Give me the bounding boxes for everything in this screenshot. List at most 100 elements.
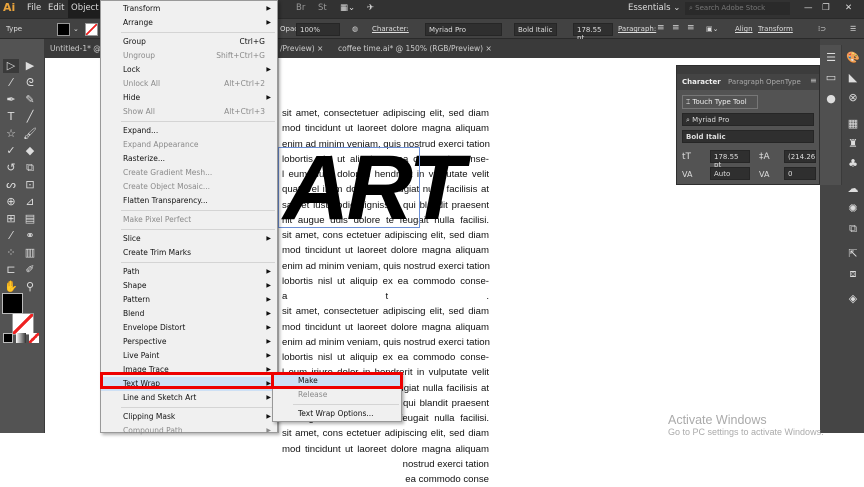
menu-item-compound-path[interactable]: Compound Path ▶ [101,424,277,438]
export-icon[interactable]: ⇱ [843,247,863,263]
panel-font-size-field[interactable]: 178.55 pt [710,150,750,169]
color-panel-icon[interactable]: 🎨 [843,51,863,67]
menu-item-ungroup[interactable]: Ungroup Shift+Ctrl+G [101,49,277,63]
menu-item-hide[interactable]: Hide ▶ [101,91,277,105]
panel-menu-icon[interactable]: ☰ [850,25,856,33]
chevron-down-icon[interactable]: ⌄ [73,25,79,33]
opacity-field[interactable]: 100% [296,23,340,36]
menu-item-clipping-mask[interactable]: Clipping Mask ▶ [101,410,277,424]
panel-header[interactable] [677,66,819,74]
mesh-tool-icon[interactable]: ⊞ [3,212,19,226]
slice-tool-icon[interactable]: ✐ [22,263,38,277]
menu-item-group[interactable]: Group Ctrl+G [101,35,277,49]
graph-tool-icon[interactable]: ▥ [22,246,38,260]
menu-item-text-wrap[interactable]: Text Wrap ▶ [101,377,277,391]
recolor-icon[interactable]: ◍ [352,25,358,33]
brushes-icon[interactable]: ♜ [843,137,863,153]
layers-icon[interactable]: ◈ [843,292,863,308]
eraser-icon[interactable]: ◆ [22,144,38,158]
menu-item-lock[interactable]: Lock ▶ [101,63,277,77]
menu-item-create-trim-marks[interactable]: Create Trim Marks [101,246,277,260]
menu-item-envelope-distort[interactable]: Envelope Distort ▶ [101,321,277,335]
menu-item-create-gradient-mesh[interactable]: Create Gradient Mesh... [101,166,277,180]
tab-paragraph[interactable]: Paragraph [728,78,764,86]
bridge-icon[interactable]: Br [296,3,305,13]
minimize-button[interactable]: — [804,3,813,13]
menu-item-live-paint[interactable]: Live Paint ▶ [101,349,277,363]
tab-coffee-time[interactable]: coffee time.ai* @ 150% (RGB/Preview) × [338,44,492,53]
menu-item-create-object-mosaic[interactable]: Create Object Mosaic... [101,180,277,194]
restore-button[interactable]: ❐ [822,3,830,13]
menu-item-line-and-sketch-art[interactable]: Line and Sketch Art ▶ [101,391,277,405]
blend-tool-icon[interactable]: ⚭ [22,229,38,243]
close-button[interactable]: ✕ [845,3,852,13]
font-style-field[interactable]: Bold Italic [514,23,557,36]
graphic-styles-icon[interactable]: ⧉ [843,222,863,238]
menu-item-transform[interactable]: Transform ▶ [101,2,277,16]
paintbrush-icon[interactable]: 🖌 [22,127,38,141]
tab-preview[interactable]: /Preview) × [280,44,323,53]
workspace-switcher[interactable]: Essentials ⌄ [628,3,680,13]
panel-menu-icon[interactable]: ≡ [810,76,817,85]
menu-item-unlock-all[interactable]: Unlock All Alt+Ctrl+2 [101,77,277,91]
tracking-field[interactable]: 0 [784,167,816,180]
menu-item-perspective[interactable]: Perspective ▶ [101,335,277,349]
font-family-field[interactable]: Myriad Pro [425,23,502,36]
glyphs-icon[interactable]: ▣⌄ [706,25,718,33]
artboard-tool-icon[interactable]: ⊏ [3,263,19,277]
menu-item-shape[interactable]: Shape ▶ [101,279,277,293]
menu-item-show-all[interactable]: Show All Alt+Ctrl+3 [101,105,277,119]
gradient-mode-icon[interactable] [16,333,26,343]
stroke-panel-icon[interactable]: ☰ [821,51,841,67]
stroke-color-box[interactable] [12,313,34,335]
submenu-item-make[interactable]: Make [273,374,401,388]
curvature-tool-icon[interactable]: ✎ [22,93,38,107]
panel-font-family-field[interactable]: ⌕ Myriad Pro [682,113,814,126]
transparency-panel-icon[interactable]: ● [821,92,841,108]
stock-search-input[interactable]: ⌕ Search Adobe Stock [685,2,790,15]
menu-item-path[interactable]: Path ▶ [101,265,277,279]
perspective-grid-icon[interactable]: ⊿ [22,195,38,209]
font-size-field[interactable]: 178.55 pt [573,23,613,42]
menu-item-expand-appearance[interactable]: Expand Appearance [101,138,277,152]
align-center-icon[interactable]: ≡ [672,23,680,33]
submenu-item-release[interactable]: Release [273,388,401,402]
paragraph-link[interactable]: Paragraph: [618,25,656,33]
cc-libraries-icon[interactable]: ☁ [843,182,863,198]
gradient-tool-icon[interactable]: ▤ [22,212,38,226]
tab-character[interactable]: Character [682,78,721,86]
rotate-tool-icon[interactable]: ↺ [3,161,19,175]
line-tool-icon[interactable]: ╱ [22,110,38,124]
symbol-sprayer-icon[interactable]: ⁘ [3,246,19,260]
align-left-icon[interactable]: ≡ [657,23,665,33]
kerning-field[interactable]: Auto [710,167,750,180]
symbols-icon[interactable]: ♣ [843,157,863,173]
menu-object[interactable]: Object [68,0,102,18]
swatches-icon[interactable]: ▦ [843,117,863,133]
transform-link[interactable]: Transform [758,25,793,33]
color-guide-icon[interactable]: ◣ [843,71,863,87]
panel-font-style-field[interactable]: Bold Italic [682,130,814,143]
fill-color-box[interactable] [2,293,23,314]
color-themes-icon[interactable]: ⊗ [843,91,863,107]
tab-opentype[interactable]: OpenType [766,78,801,86]
isolate-icon[interactable]: ⁞⊃ [818,25,826,33]
character-link[interactable]: Character: [372,25,409,33]
menu-file[interactable]: File [27,3,41,13]
lasso-icon[interactable]: ᘓ [22,76,38,90]
magic-wand-icon[interactable]: ⁄ [3,76,19,90]
close-icon[interactable]: × [317,44,323,53]
align-right-icon[interactable]: ≡ [687,23,695,33]
appearance-icon[interactable]: ✺ [843,202,863,218]
selection-bounding-box[interactable] [278,147,420,228]
menu-item-image-trace[interactable]: Image Trace ▶ [101,363,277,377]
menu-item-arrange[interactable]: Arrange ▶ [101,16,277,30]
type-tool-icon[interactable]: T [3,110,19,124]
menu-item-flatten-transparency[interactable]: Flatten Transparency... [101,194,277,208]
arrange-documents-icon[interactable]: ▦⌄ [340,3,355,13]
menu-item-blend[interactable]: Blend ▶ [101,307,277,321]
none-mode-icon[interactable] [29,333,39,343]
shaper-tool-icon[interactable]: ✓ [3,144,19,158]
touch-type-tool-button[interactable]: ⌶ Touch Type Tool [682,95,758,109]
gradient-panel-icon[interactable]: ▭ [821,71,841,87]
